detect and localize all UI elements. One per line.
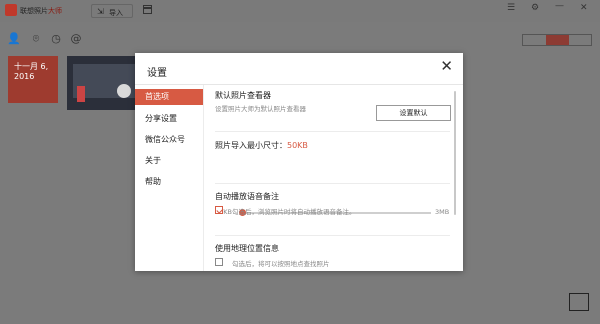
timeline-view-button[interactable] — [569, 35, 592, 45]
import-size-title: 照片导入最小尺寸：50KB — [215, 141, 308, 150]
nav-about[interactable]: 关于 — [135, 153, 203, 169]
location-checkbox-label: 勾选后，将可以按照地点查找照片 — [232, 260, 330, 268]
import-size-value: 50KB — [287, 141, 308, 150]
default-viewer-title: 默认照片查看器 — [215, 91, 271, 100]
location-filter-icon[interactable]: ⌾ — [29, 32, 43, 46]
import-label: 导入 — [109, 9, 123, 17]
date-line2: 2016 — [14, 72, 35, 81]
voice-note-checkbox-label: 勾选后，浏览照片时将自动播放语音备注。 — [232, 208, 356, 216]
nav-share-settings[interactable]: 分享设置 — [135, 111, 203, 127]
close-icon[interactable]: ✕ — [580, 3, 588, 13]
person-filter-icon[interactable]: 👤 — [7, 32, 21, 46]
settings-dialog: 设置 ✕ 首选项 分享设置 微信公众号 关于 帮助 默认照片查看器 设置照片大师… — [135, 53, 463, 271]
import-button[interactable]: ⇲ 导入 — [91, 4, 133, 18]
slider-max-label: 3MB — [435, 208, 450, 216]
date-card: 十一月 6, 2016 — [8, 56, 58, 103]
title-bar: 联想照片大师 ⇲ 导入 ☰ ⚙ — ✕ — [0, 0, 600, 22]
menu-icon[interactable]: ☰ — [507, 3, 515, 13]
voice-note-title: 自动播放语音备注 — [215, 192, 279, 201]
list-view-button[interactable] — [523, 35, 546, 45]
settings-content: 默认照片查看器 设置照片大师为默认照片查看器 设置默认 照片导入最小尺寸：50K… — [204, 85, 463, 271]
slideshow-icon[interactable] — [569, 293, 589, 311]
time-filter-icon[interactable]: ◷ — [49, 32, 63, 46]
nav-wechat[interactable]: 微信公众号 — [135, 132, 203, 148]
voice-note-checkbox[interactable] — [215, 206, 223, 214]
app-logo-icon — [5, 4, 17, 16]
dialog-close-icon[interactable]: ✕ — [440, 59, 453, 74]
location-checkbox[interactable] — [215, 258, 223, 266]
app-title: 联想照片大师 — [20, 7, 62, 15]
at-filter-icon[interactable]: @ — [69, 32, 83, 46]
default-viewer-desc: 设置照片大师为默认照片查看器 — [215, 105, 306, 113]
nav-preferences[interactable]: 首选项 — [135, 89, 203, 105]
import-icon: ⇲ — [97, 7, 104, 16]
dialog-title: 设置 — [147, 68, 167, 79]
view-switcher — [522, 34, 592, 46]
minimize-icon[interactable]: — — [555, 1, 564, 11]
content-scrollbar[interactable] — [454, 91, 456, 215]
settings-nav: 首选项 分享设置 微信公众号 关于 帮助 — [135, 85, 203, 271]
gift-icon[interactable] — [142, 5, 152, 14]
settings-icon[interactable]: ⚙ — [531, 3, 539, 13]
date-line1: 十一月 6, — [14, 62, 49, 71]
grid-view-button[interactable] — [546, 35, 569, 45]
photo-thumbnail[interactable] — [67, 56, 145, 110]
set-default-button[interactable]: 设置默认 — [376, 105, 451, 121]
nav-help[interactable]: 帮助 — [135, 174, 203, 190]
location-title: 使用地理位置信息 — [215, 244, 279, 253]
